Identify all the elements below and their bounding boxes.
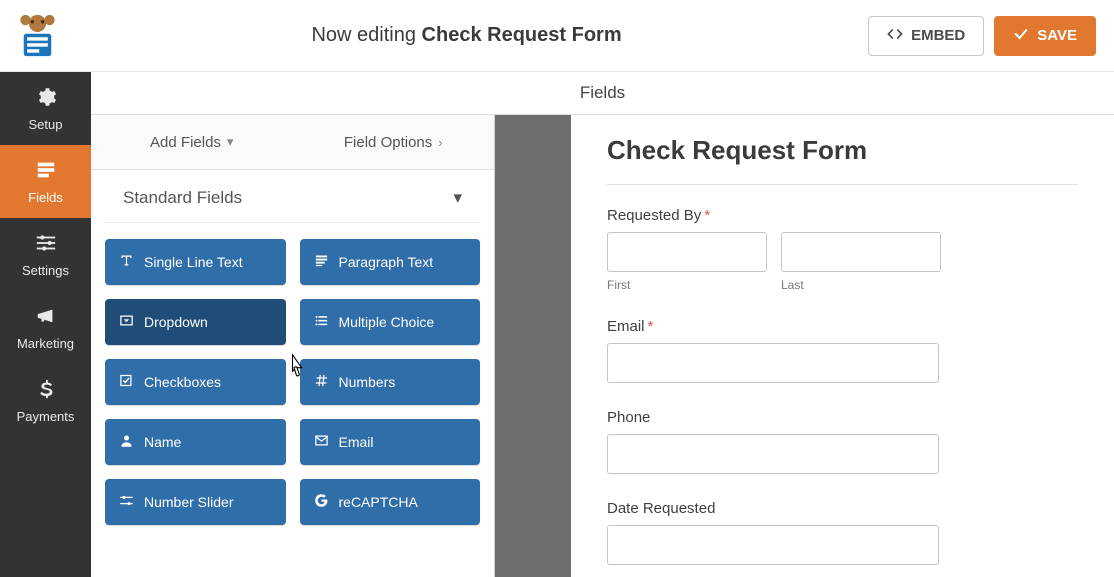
field-type-email[interactable]: Email (300, 419, 481, 465)
gear-icon (35, 86, 57, 111)
divider (607, 184, 1078, 185)
editing-prefix: Now editing (311, 24, 421, 46)
field-type-label: Checkboxes (144, 374, 221, 390)
panel-title: Fields (91, 72, 1114, 115)
field-type-label: Number Slider (144, 494, 233, 510)
label-phone: Phone (607, 409, 1078, 426)
embed-button[interactable]: EMBED (868, 16, 984, 56)
form-icon (35, 159, 57, 184)
dollar-icon (35, 378, 57, 403)
field-type-label: Numbers (339, 374, 396, 390)
person-icon (119, 433, 134, 451)
sidenav-label: Setup (29, 117, 63, 132)
text-icon (119, 253, 134, 271)
date-requested-input[interactable] (607, 525, 939, 565)
field-type-label: Name (144, 434, 181, 450)
save-label: SAVE (1037, 27, 1077, 44)
sublabel-last: Last (781, 278, 941, 292)
slider-icon (119, 493, 134, 511)
tab-add-fields[interactable]: Add Fields ▾ (91, 115, 293, 169)
field-type-recaptcha[interactable]: reCAPTCHA (300, 479, 481, 525)
label-requested-by: Requested By* (607, 207, 1078, 224)
wpforms-logo[interactable] (10, 8, 65, 63)
sidenav-item-setup[interactable]: Setup (0, 72, 91, 145)
code-icon (887, 26, 903, 46)
sidenav-label: Payments (17, 409, 75, 424)
field-type-label: Email (339, 434, 374, 450)
editing-title: Now editing Check Request Form (65, 24, 868, 47)
sidenav-item-settings[interactable]: Settings (0, 218, 91, 291)
google-icon (314, 493, 329, 511)
phone-input[interactable] (607, 434, 939, 474)
sidenav-item-payments[interactable]: Payments (0, 364, 91, 437)
sliders-icon (35, 232, 57, 257)
field-type-label: Single Line Text (144, 254, 243, 270)
field-type-single-line-text[interactable]: Single Line Text (105, 239, 286, 285)
field-type-multiple-choice[interactable]: Multiple Choice (300, 299, 481, 345)
field-type-label: Multiple Choice (339, 314, 435, 330)
field-type-label: Dropdown (144, 314, 208, 330)
form-preview: Check Request Form Requested By* First (571, 115, 1114, 577)
form-name: Check Request Form (422, 24, 622, 46)
field-type-checkboxes[interactable]: Checkboxes (105, 359, 286, 405)
email-input[interactable] (607, 343, 939, 383)
sidenav-item-fields[interactable]: Fields (0, 145, 91, 218)
field-type-label: Paragraph Text (339, 254, 434, 270)
check-icon (119, 373, 134, 391)
chevron-down-icon: ▾ (227, 134, 234, 150)
sidenav-label: Marketing (17, 336, 74, 351)
field-type-numbers[interactable]: Numbers (300, 359, 481, 405)
hash-icon (314, 373, 329, 391)
preview-title: Check Request Form (607, 135, 1078, 166)
label-date-requested: Date Requested (607, 500, 1078, 517)
field-type-label: reCAPTCHA (339, 494, 418, 510)
tab-label: Field Options (344, 134, 432, 151)
chevron-right-icon: › (438, 135, 442, 150)
section-standard-fields[interactable]: Standard Fields ▾ (105, 170, 480, 223)
envelope-icon (314, 433, 329, 451)
field-type-name[interactable]: Name (105, 419, 286, 465)
save-button[interactable]: SAVE (994, 16, 1096, 56)
sublabel-first: First (607, 278, 767, 292)
paragraph-icon (314, 253, 329, 271)
field-type-paragraph-text[interactable]: Paragraph Text (300, 239, 481, 285)
field-type-number-slider[interactable]: Number Slider (105, 479, 286, 525)
sidenav-label: Settings (22, 263, 69, 278)
preview-gutter (495, 115, 571, 577)
last-name-input[interactable] (781, 232, 941, 272)
field-type-dropdown[interactable]: Dropdown (105, 299, 286, 345)
embed-label: EMBED (911, 27, 965, 44)
dropdown-icon (119, 313, 134, 331)
section-label: Standard Fields (123, 188, 242, 208)
sidenav: Setup Fields Settings Marketing Payments (0, 72, 91, 577)
tab-field-options[interactable]: Field Options › (293, 115, 495, 169)
list-icon (314, 313, 329, 331)
sidenav-item-marketing[interactable]: Marketing (0, 291, 91, 364)
label-email: Email* (607, 318, 1078, 335)
required-asterisk: * (648, 318, 654, 335)
first-name-input[interactable] (607, 232, 767, 272)
required-asterisk: * (704, 207, 710, 224)
bullhorn-icon (35, 305, 57, 330)
tab-label: Add Fields (150, 134, 221, 151)
check-icon (1013, 26, 1029, 46)
chevron-down-icon: ▾ (453, 188, 462, 208)
sidenav-label: Fields (28, 190, 63, 205)
